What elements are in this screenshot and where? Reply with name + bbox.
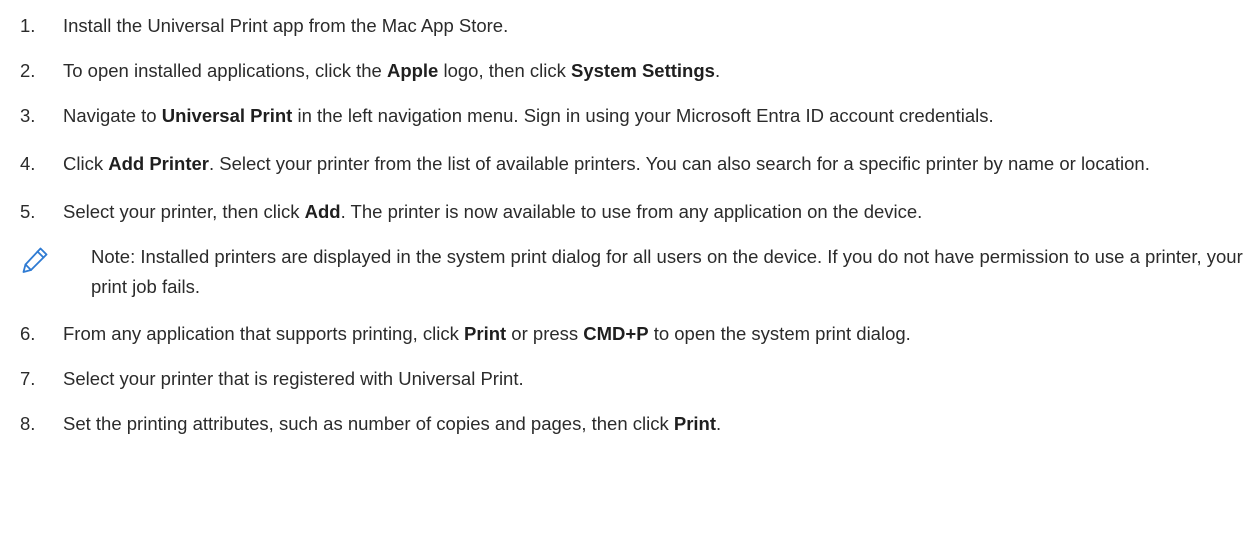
step-text: Select your printer, then click Add. The…: [63, 201, 923, 222]
ui-term: Add Printer: [108, 153, 209, 174]
step-number: 6.: [20, 323, 36, 344]
step-number: 5.: [20, 201, 36, 222]
ui-term: Print: [464, 323, 507, 344]
list-item: 2. To open installed applications, click…: [20, 56, 1260, 86]
step-text: Navigate to Universal Print in the left …: [63, 105, 994, 126]
ui-term: System Settings: [571, 60, 715, 81]
instruction-list: 1. Install the Universal Print app from …: [20, 11, 1260, 454]
list-item: 8. Set the printing attributes, such as …: [20, 409, 1260, 439]
step-number: 4.: [20, 153, 36, 174]
step-text: Click Add Printer. Select your printer f…: [63, 153, 1150, 174]
ui-term: Apple: [386, 60, 439, 81]
note-text: Note: Installed printers are displayed i…: [91, 246, 1243, 297]
step-text: To open installed applications, click th…: [63, 60, 721, 81]
step-number: 7.: [20, 368, 36, 389]
ui-term: Universal Print: [161, 105, 293, 126]
ui-term: Print: [673, 413, 716, 434]
step-text: Select your printer that is registered w…: [63, 368, 524, 389]
list-item: 6. From any application that supports pr…: [20, 319, 1260, 349]
list-item: 3. Navigate to Universal Print in the le…: [20, 101, 1260, 131]
step-number: 3.: [20, 105, 36, 126]
step-text: From any application that supports print…: [63, 323, 911, 344]
ui-term: CMD+P: [583, 323, 649, 344]
pencil-note-icon: [20, 242, 70, 302]
ui-term: Add: [304, 201, 341, 222]
list-item: 5. Select your printer, then click Add. …: [20, 197, 1260, 227]
list-item: 1. Install the Universal Print app from …: [20, 11, 1260, 41]
note-callout: Note: Installed printers are displayed i…: [20, 242, 1260, 302]
step-text: Set the printing attributes, such as num…: [63, 413, 722, 434]
step-text: Install the Universal Print app from the…: [63, 15, 509, 36]
list-item: 7. Select your printer that is registere…: [20, 364, 1260, 394]
step-number: 8.: [20, 413, 36, 434]
step-number: 1.: [20, 15, 36, 36]
step-number: 2.: [20, 60, 36, 81]
list-item: 4. Click Add Printer. Select your printe…: [20, 149, 1260, 179]
